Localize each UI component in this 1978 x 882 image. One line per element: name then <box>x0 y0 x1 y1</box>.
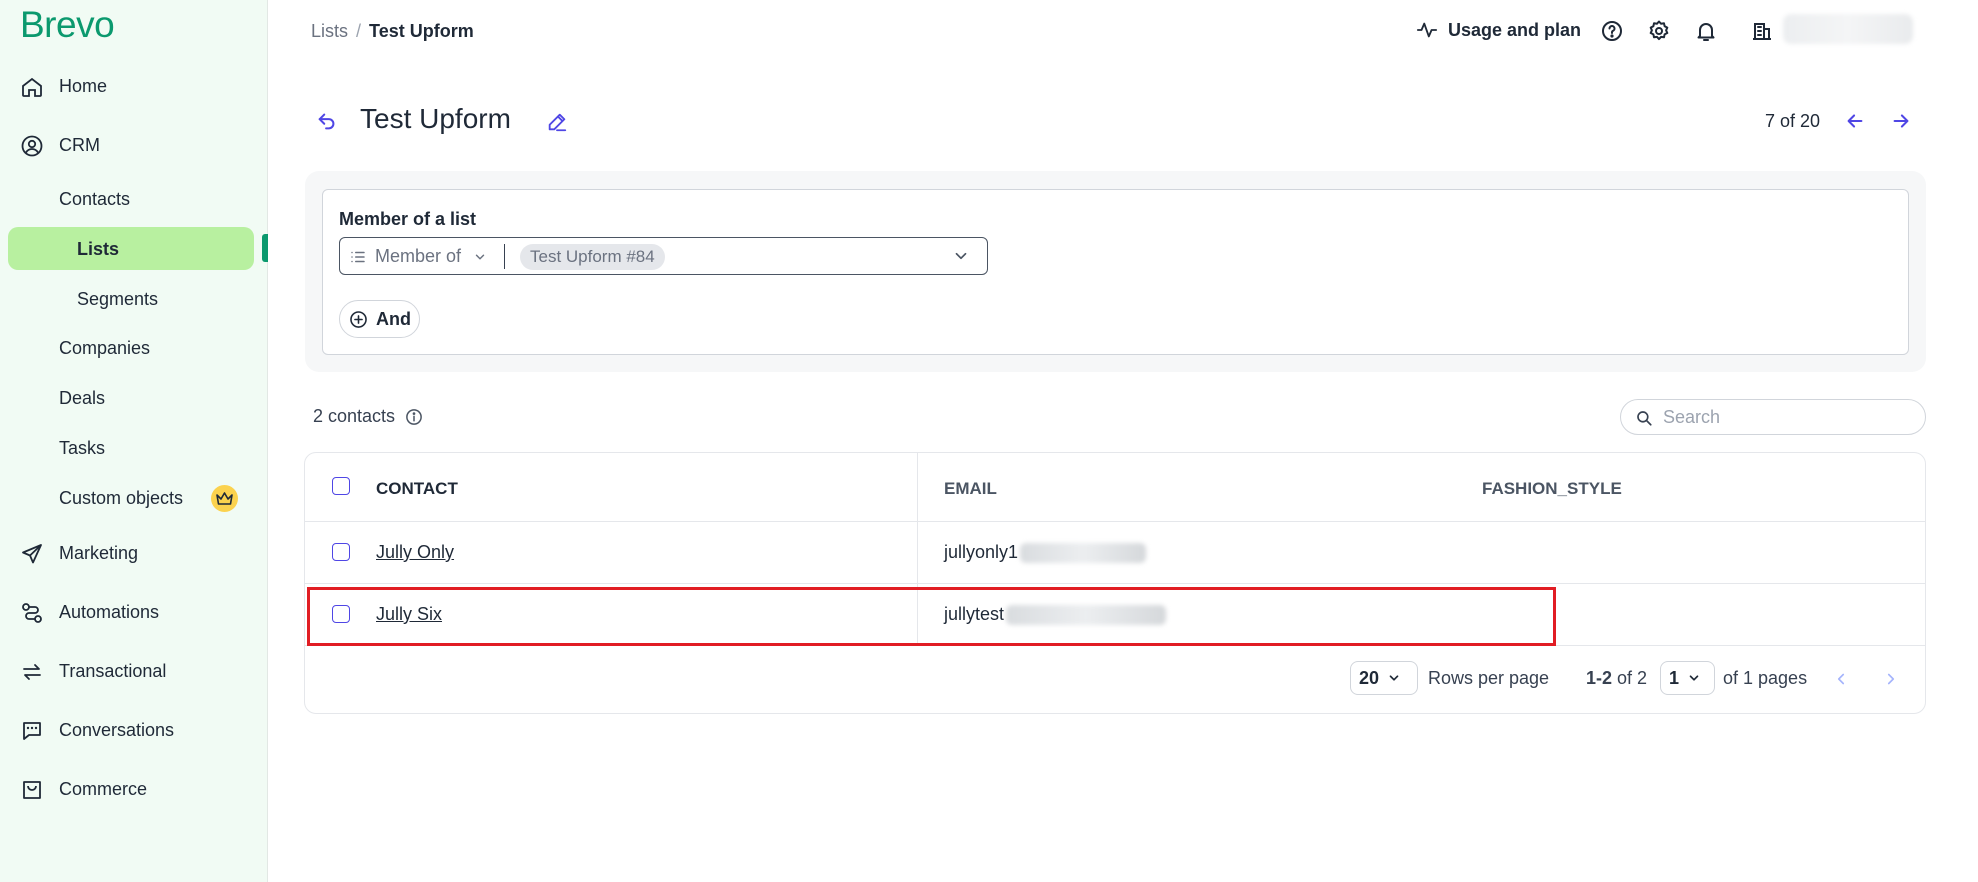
filter-condition-field[interactable]: Member of Test Upform #84 <box>339 237 988 275</box>
previous-page-icon[interactable] <box>1832 670 1850 688</box>
crown-icon <box>211 485 238 512</box>
search-icon <box>1637 411 1652 426</box>
sidebar-item-tasks[interactable]: Tasks <box>59 438 105 459</box>
table-header-row: CONTACT EMAIL FASHION_STYLE <box>305 453 1925 522</box>
chevron-down-icon[interactable] <box>952 247 970 265</box>
breadcrumb-parent-link[interactable]: Lists <box>311 21 348 41</box>
contact-name-link[interactable]: Jully Six <box>376 604 442 625</box>
filter-operator-dropdown[interactable]: Member of <box>349 246 487 267</box>
active-nav-marker <box>262 234 268 262</box>
breadcrumb-current: Test Upform <box>369 21 474 41</box>
shopping-bag-icon <box>23 781 41 799</box>
next-list-arrow-icon[interactable] <box>1890 110 1912 132</box>
activity-icon <box>1416 22 1438 38</box>
email-redaction <box>1006 604 1167 625</box>
filter-divider <box>504 244 505 269</box>
active-nav-highlight <box>8 227 254 270</box>
sidebar-item-crm[interactable]: CRM <box>0 123 268 167</box>
edit-pencil-icon[interactable] <box>546 111 568 133</box>
sidebar-item-marketing[interactable]: Marketing <box>0 531 268 575</box>
sidebar-item-label: Home <box>59 75 108 96</box>
sidebar: Brevo Home CRM Contacts Lists Segments C… <box>0 0 268 882</box>
brevo-logo[interactable]: Brevo <box>20 4 115 46</box>
page-title: Test Upform <box>360 103 511 134</box>
contacts-count: 2 contacts <box>313 406 423 427</box>
email-redaction <box>1020 542 1147 563</box>
chevron-down-icon <box>1389 675 1399 681</box>
bell-icon[interactable] <box>1694 19 1718 43</box>
automation-icon <box>22 603 42 623</box>
next-page-icon[interactable] <box>1882 670 1900 688</box>
back-icon[interactable] <box>316 110 338 132</box>
filter-condition-label: Member of a list <box>339 209 477 229</box>
column-header-contact[interactable]: CONTACT <box>376 479 458 499</box>
pagination-range: 1-2 of 2 <box>1586 668 1647 689</box>
account-name-blurred[interactable] <box>1783 14 1913 44</box>
row-checkbox[interactable] <box>332 543 350 561</box>
pagination-range-total: of 2 <box>1617 668 1648 688</box>
sidebar-item-commerce[interactable]: Commerce <box>0 767 268 811</box>
table-row[interactable]: Jully Six jullytest <box>305 584 1925 646</box>
page-number-value: 1 <box>1669 667 1680 688</box>
contact-name-link[interactable]: Jully Only <box>376 542 454 563</box>
column-header-fashion-style[interactable]: FASHION_STYLE <box>1482 479 1622 499</box>
rows-per-page-select[interactable]: 20 <box>1350 661 1418 695</box>
gear-icon[interactable] <box>1647 19 1671 43</box>
info-icon[interactable] <box>405 408 423 426</box>
sidebar-item-contacts[interactable]: Contacts <box>59 189 130 210</box>
and-button-label: And <box>376 308 411 329</box>
sidebar-item-label: Automations <box>59 601 160 622</box>
sidebar-item-deals[interactable]: Deals <box>59 388 105 409</box>
column-header-email[interactable]: EMAIL <box>944 479 997 499</box>
filter-operator-value: Member of <box>375 246 462 266</box>
sidebar-item-automations[interactable]: Automations <box>0 590 268 634</box>
transfer-arrows-icon <box>23 664 41 680</box>
home-icon <box>22 77 42 97</box>
breadcrumb: Lists / Test Upform <box>311 21 474 42</box>
list-position-indicator: 7 of 20 <box>1765 111 1821 131</box>
sidebar-item-label: Marketing <box>59 542 139 563</box>
contact-email-text: jullytest <box>944 604 1005 624</box>
contact-email-text: jullyonly1 <box>944 542 1019 562</box>
list-icon <box>351 251 365 262</box>
sidebar-item-segments[interactable]: Segments <box>77 289 158 310</box>
rows-per-page-label: Rows per page <box>1428 668 1550 688</box>
chevron-down-icon <box>1689 675 1699 681</box>
help-icon[interactable] <box>1600 19 1624 43</box>
chat-icon <box>23 722 41 740</box>
contact-email: jullyonly1 <box>944 542 1147 563</box>
building-icon[interactable] <box>1750 19 1774 43</box>
sidebar-item-label: Transactional <box>59 660 167 681</box>
sidebar-item-conversations[interactable]: Conversations <box>0 708 268 752</box>
sidebar-item-transactional[interactable]: Transactional <box>0 649 268 693</box>
chevron-down-icon <box>475 254 485 259</box>
page-number-select[interactable]: 1 <box>1660 661 1715 695</box>
usage-and-plan-label: Usage and plan <box>1448 19 1582 40</box>
sidebar-item-custom-objects[interactable]: Custom objects <box>59 488 183 509</box>
sidebar-item-home[interactable]: Home <box>0 64 268 108</box>
previous-list-arrow-icon[interactable] <box>1844 110 1866 132</box>
contacts-count-label: 2 contacts <box>313 406 396 426</box>
pagination-range-bold: 1-2 <box>1586 668 1613 688</box>
sidebar-item-lists[interactable]: Lists <box>77 239 119 260</box>
filter-value-tag[interactable]: Test Upform #84 <box>520 244 665 270</box>
user-circle-icon <box>21 135 43 157</box>
plus-circle-icon <box>350 310 367 328</box>
table-row[interactable]: Jully Only jullyonly1 <box>305 522 1925 584</box>
rows-per-page-value: 20 <box>1359 667 1380 688</box>
breadcrumb-separator: / <box>356 21 362 41</box>
search-input[interactable] <box>1663 405 1913 429</box>
search-field[interactable] <box>1620 399 1926 435</box>
select-all-checkbox[interactable] <box>332 477 350 495</box>
send-icon <box>22 544 42 564</box>
sidebar-item-companies[interactable]: Companies <box>59 338 150 359</box>
add-and-condition-button[interactable]: And <box>339 300 420 338</box>
sidebar-item-label: Conversations <box>59 719 175 740</box>
sidebar-item-label: CRM <box>59 134 100 155</box>
sidebar-item-label: Commerce <box>59 778 148 799</box>
contact-email: jullytest <box>944 604 1167 625</box>
row-checkbox[interactable] <box>332 605 350 623</box>
usage-and-plan-button[interactable]: Usage and plan <box>1416 19 1581 41</box>
pages-total-label: of 1 pages <box>1723 668 1808 688</box>
